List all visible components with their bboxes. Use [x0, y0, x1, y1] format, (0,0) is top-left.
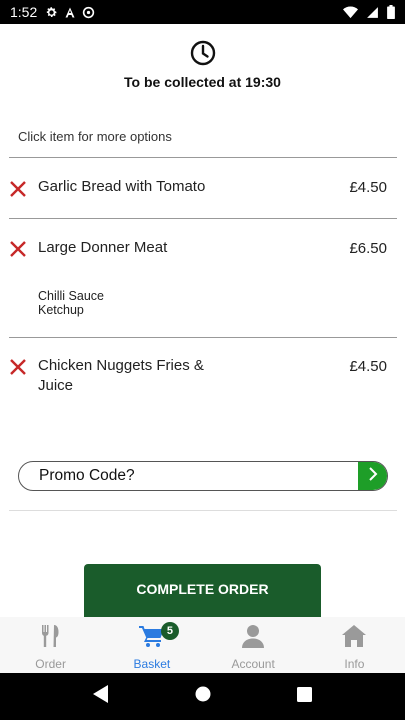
item-options-hint: Click item for more options [18, 129, 172, 144]
wifi-icon [343, 6, 358, 19]
home-icon [342, 624, 367, 650]
item-price: £4.50 [349, 179, 387, 196]
basket-item[interactable]: Garlic Bread with Tomato £4.50 [0, 158, 405, 218]
tab-basket[interactable]: 5 Basket [101, 617, 202, 673]
home-button-icon[interactable] [195, 686, 211, 707]
basket-item[interactable]: Large Donner Meat £6.50 Chilli Sauce Ket… [0, 219, 405, 337]
promo-code-label: Promo Code? [39, 467, 135, 484]
fork-knife-icon [40, 624, 62, 651]
recents-icon[interactable] [297, 686, 312, 707]
promo-apply-button[interactable] [358, 462, 387, 490]
tab-info-label: Info [344, 657, 365, 671]
promo-code-field[interactable]: Promo Code? [18, 461, 388, 491]
complete-order-button[interactable]: COMPLETE ORDER [84, 564, 321, 620]
tab-account[interactable]: Account [203, 617, 304, 673]
signal-icon [366, 6, 379, 19]
bottom-tab-bar: Order 5 Basket Account Info [0, 617, 405, 673]
remove-item-icon[interactable] [9, 358, 27, 376]
collection-time-text: To be collected at 19:30 [124, 74, 281, 90]
collection-header [0, 40, 405, 71]
divider [9, 510, 397, 511]
tab-info[interactable]: Info [304, 617, 405, 673]
gear-icon [45, 6, 58, 19]
tab-account-label: Account [231, 657, 275, 671]
item-name: Large Donner Meat [38, 239, 168, 256]
a-icon [64, 6, 76, 19]
tab-basket-label: Basket [133, 657, 171, 671]
system-nav-bar [0, 673, 405, 720]
basket-item[interactable]: Chicken Nuggets Fries & Juice £4.50 [0, 338, 405, 410]
at-icon [82, 6, 95, 19]
item-option: Ketchup [38, 303, 84, 317]
back-icon[interactable] [93, 685, 109, 708]
status-time: 1:52 [10, 4, 38, 20]
chevron-right-icon [367, 466, 379, 487]
basket-count-badge: 5 [160, 622, 179, 640]
item-price: £6.50 [349, 240, 387, 257]
item-price: £4.50 [349, 358, 387, 375]
user-icon [242, 624, 265, 651]
clock-icon [190, 40, 216, 71]
battery-icon [387, 5, 395, 19]
status-bar: 1:52 [0, 0, 405, 24]
item-option: Chilli Sauce [38, 289, 105, 303]
remove-item-icon[interactable] [9, 180, 27, 198]
remove-item-icon[interactable] [9, 240, 27, 258]
item-name: Chicken Nuggets Fries & Juice [38, 357, 204, 394]
item-name: Garlic Bread with Tomato [38, 178, 206, 195]
tab-order[interactable]: Order [0, 617, 101, 673]
tab-order-label: Order [35, 657, 66, 671]
